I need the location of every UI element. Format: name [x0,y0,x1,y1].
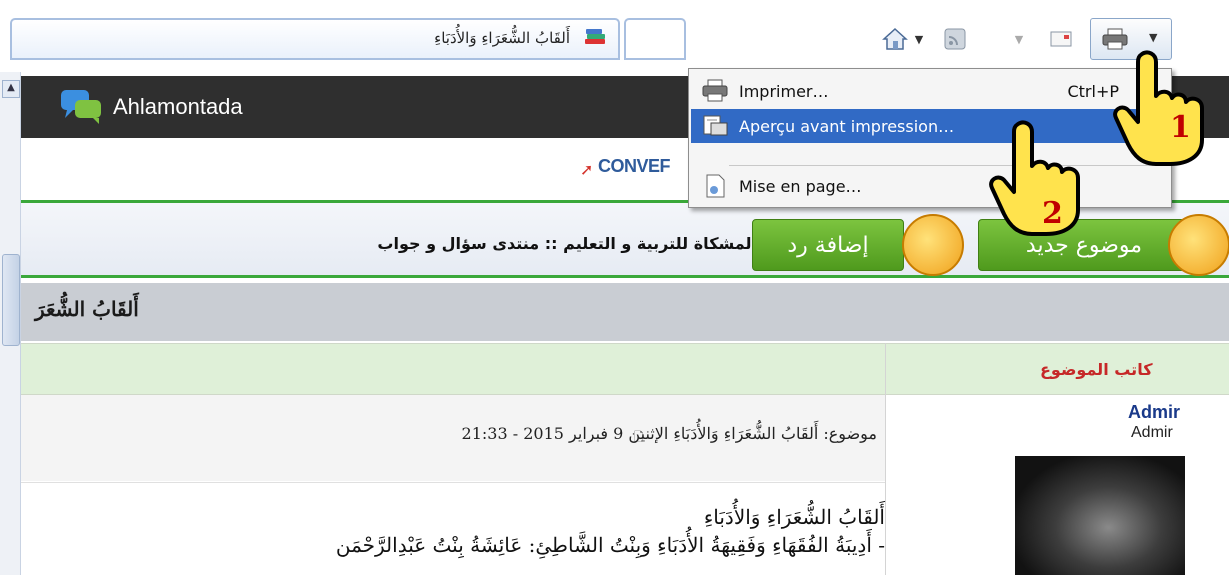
convert-banner-text[interactable]: CONVEF [598,156,671,177]
column-divider [885,343,886,575]
post-body-line: - أَدِيبَةُ الفُقَهَاءِ وَفَقِيهَةُ الأُ… [335,533,885,557]
menu-item-label: Imprimer… [739,82,829,101]
chat-bubbles-logo-icon [61,90,101,124]
convert-arrow-icon: ➚ [580,160,594,179]
print-dropdown-icon[interactable]: ▼ [1149,31,1157,44]
feeds-dropdown-icon[interactable]: ▼ [1012,24,1026,54]
home-button[interactable] [880,24,910,54]
divider [21,275,1229,278]
feeds-button[interactable] [940,24,970,54]
breadcrumb[interactable]: المشكاة للتربية و التعليم :: منتدى سؤال … [377,234,757,253]
author-column-label: كاتب الموضوع [1040,360,1153,379]
read-mail-button[interactable] [1046,24,1076,54]
browser-tab[interactable]: أَلقَابُ الشُّعَرَاءِ وَالأُدَبَاءِ [10,18,620,60]
avatar[interactable] [1015,456,1185,575]
books-favicon-icon [585,29,605,44]
print-preview-icon [703,115,728,136]
menu-item-print[interactable]: Imprimer… Ctrl+P [691,74,1169,108]
new-tab-button[interactable] [624,18,686,60]
new-topic-arrow-icon [1168,214,1229,276]
step-number-2: 2 [1042,196,1063,231]
post-body [21,482,885,576]
printer-icon [702,79,728,102]
menu-item-label: Mise en page… [739,177,862,196]
read-mail-icon [1050,31,1072,47]
post-body-line: أَلقَابُ الشُّعَرَاءِ وَالأُدَبَاءِ [703,505,885,529]
author-rank: Admir [1131,424,1173,441]
home-dropdown-icon[interactable]: ▼ [912,24,926,54]
step-number-1: 1 [1170,110,1191,145]
post-meta: موضوع: أَلقَابُ الشُّعَرَاءِ وَالأُدَبَا… [461,424,877,443]
scroll-up-arrow-icon[interactable]: ▲ [2,80,20,98]
post-reply-button[interactable]: إضافة رد [752,219,904,271]
reply-arrow-icon [902,214,964,276]
tab-title: أَلقَابُ الشُّعَرَاءِ وَالأُدَبَاءِ [434,29,570,47]
home-icon [882,27,908,50]
topic-title-bar: أَلقَابُ الشُّعَرَ [21,283,1229,341]
hand-pointer-icon [1113,50,1204,166]
vertical-scrollbar[interactable]: ▲ [0,72,21,575]
author-name[interactable]: Admir [1128,402,1180,423]
feeds-icon [944,28,966,50]
site-name[interactable]: Ahlamontada [113,94,243,120]
scrollbar-thumb[interactable] [2,254,20,346]
topic-title: أَلقَابُ الشُّعَرَ [35,297,139,321]
menu-item-label: Aperçu avant impression… [739,117,955,136]
page-setup-icon [706,174,725,198]
